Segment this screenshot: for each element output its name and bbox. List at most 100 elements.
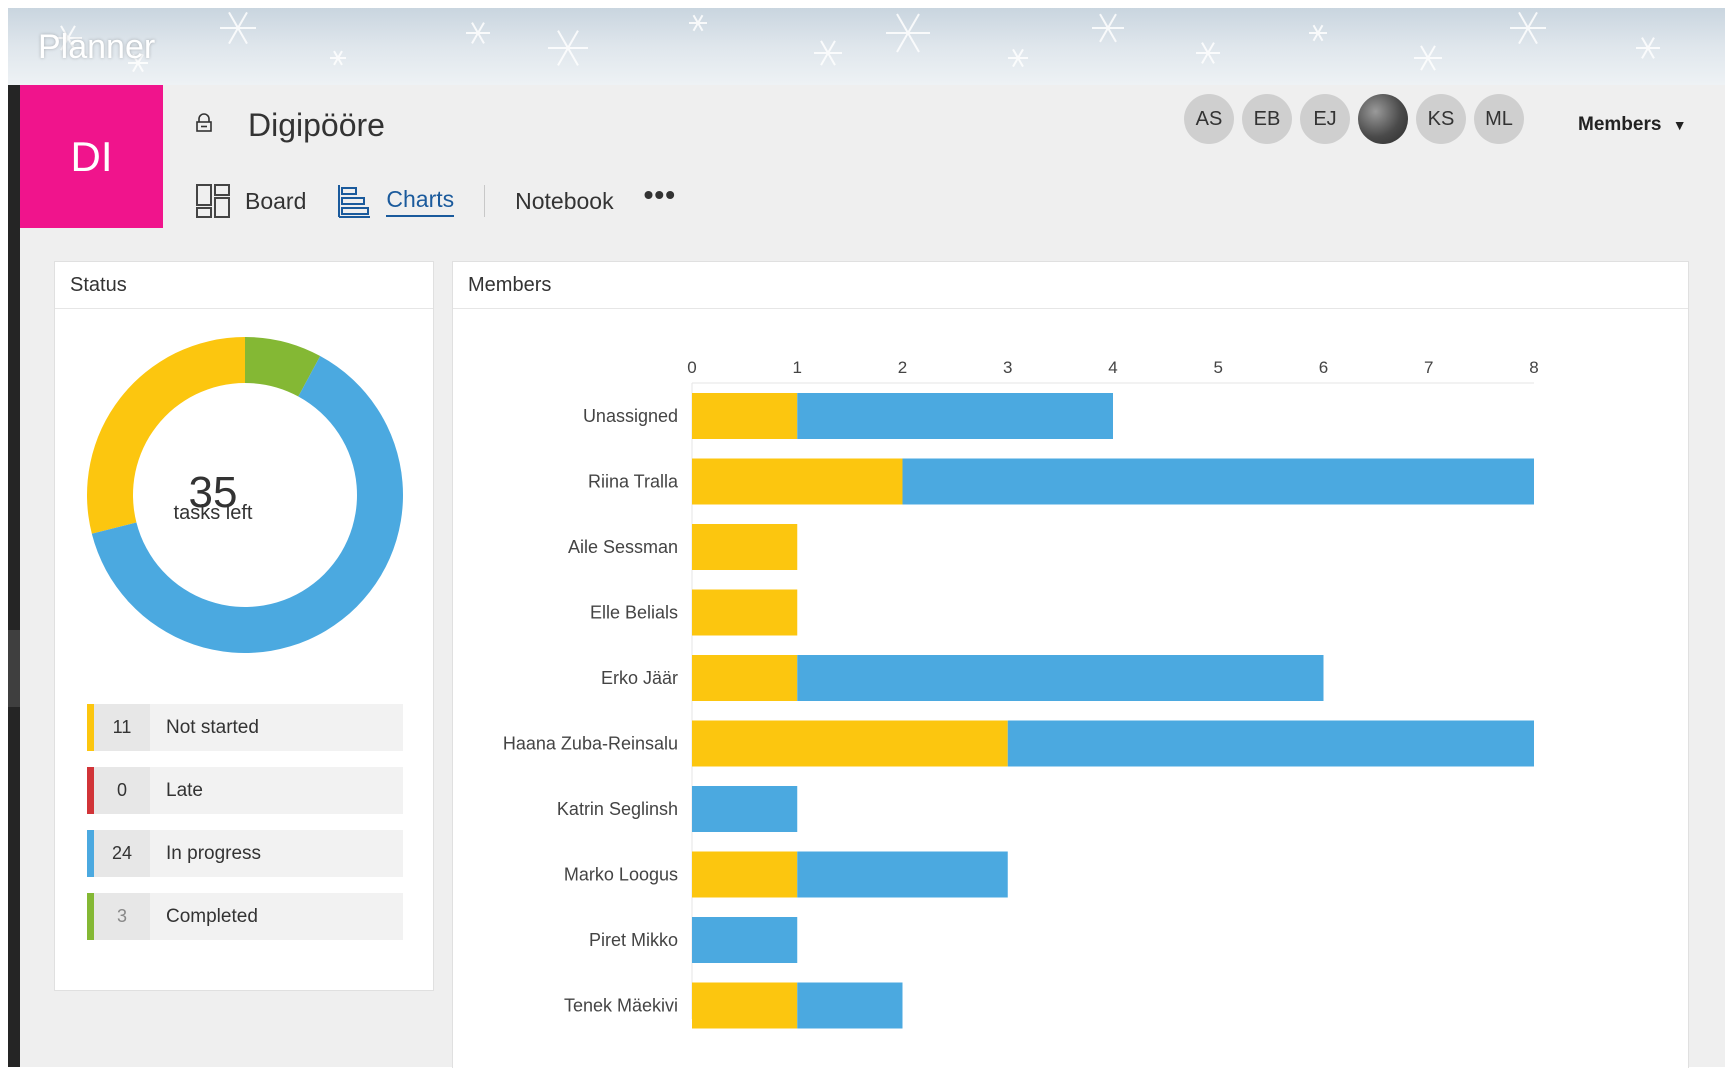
legend-count: 0 <box>94 767 150 814</box>
legend-color-bar <box>87 704 94 751</box>
bar-segment-not-started[interactable] <box>692 720 1008 767</box>
legend-color-bar <box>87 830 94 877</box>
bar-segment-not-started[interactable] <box>692 982 798 1029</box>
snowflake-icon <box>689 14 707 32</box>
avatar[interactable]: EB <box>1242 94 1292 144</box>
bar-segment-not-started[interactable] <box>692 393 798 439</box>
x-tick-label: 2 <box>898 358 907 377</box>
snowflake-icon <box>1196 42 1220 64</box>
snowflake-icon <box>1510 11 1546 45</box>
plan-nav: Board Charts Notebook ••• <box>195 177 676 225</box>
y-category-label: Elle Belials <box>590 603 678 623</box>
members-bar-chart: 0 1 2 3 4 5 6 7 8 Unassigned Riina Tralla Aile Sess… <box>503 358 1539 1029</box>
bar-segment-not-started[interactable] <box>692 458 903 505</box>
snowflake-icon <box>1092 13 1124 43</box>
y-category-label: Riina Tralla <box>588 472 679 492</box>
y-category-label: Piret Mikko <box>589 930 678 950</box>
tab-charts-label: Charts <box>386 186 455 217</box>
snowflake-icon <box>548 30 588 66</box>
bar-segment-not-started[interactable] <box>692 655 798 701</box>
snowflake-icon <box>330 50 346 66</box>
snowflake-icon <box>1309 24 1327 42</box>
legend-item-not-started[interactable]: 11 Not started <box>87 704 403 751</box>
plan-tile: DI <box>20 85 163 228</box>
avatar[interactable]: ML <box>1474 94 1524 144</box>
legend-label: Late <box>166 779 203 801</box>
y-category-label: Katrin Seglinsh <box>557 799 678 819</box>
bar-segment-in-progress[interactable] <box>797 393 1113 439</box>
avatar[interactable]: AS <box>1184 94 1234 144</box>
snowflake-icon <box>886 13 930 53</box>
legend-label: Completed <box>166 905 258 927</box>
y-category-label: Haana Zuba-Reinsalu <box>503 734 678 754</box>
plan-name: Digipööre <box>248 107 385 143</box>
lock-icon <box>195 113 213 139</box>
bar-segment-not-started[interactable] <box>692 851 798 898</box>
status-card: Status 35 tasks left 11 Not started 0 La… <box>54 261 434 991</box>
bar-segment-in-progress[interactable] <box>692 786 798 832</box>
x-tick-label: 3 <box>1003 358 1012 377</box>
snowflake-decoration <box>54 11 1660 73</box>
tab-board-label: Board <box>245 187 307 214</box>
members-avatars: AS EB EJ KS ML <box>1184 94 1532 144</box>
avatar-photo[interactable] <box>1358 94 1408 144</box>
y-category-label: Tenek Mäekivi <box>564 996 678 1016</box>
x-tick-label: 1 <box>793 358 802 377</box>
bar-segment-in-progress[interactable] <box>1007 720 1534 767</box>
bar-segment-in-progress[interactable] <box>902 458 1535 505</box>
caret-down-icon: ▼ <box>1672 117 1687 133</box>
legend-count: 11 <box>94 704 150 751</box>
legend-item-completed[interactable]: 3 Completed <box>87 893 403 940</box>
app-title[interactable]: Planner <box>38 28 155 67</box>
legend-item-late[interactable]: 0 Late <box>87 767 403 814</box>
snowflake-icon <box>220 11 256 45</box>
legend-label: Not started <box>166 716 259 738</box>
members-card-title: Members <box>453 262 1688 309</box>
board-icon <box>195 183 231 219</box>
members-dropdown[interactable]: Members ▼ <box>1578 114 1687 136</box>
members-dropdown-label: Members <box>1578 114 1662 135</box>
legend-label: In progress <box>166 842 262 864</box>
snowflake-icon <box>466 22 490 44</box>
snowflake-icon <box>1008 48 1028 68</box>
tab-board[interactable]: Board <box>195 183 306 219</box>
members-card: Members 0 1 2 3 4 5 6 7 8 Unassigned Riina Tralla A… <box>452 261 1689 1068</box>
x-tick-label: 8 <box>1529 358 1538 377</box>
bar-segment-in-progress[interactable] <box>692 917 798 963</box>
snowflake-icon <box>1414 45 1442 71</box>
y-category-label: Erko Jäär <box>601 668 678 688</box>
charts-icon <box>336 183 372 219</box>
status-card-title: Status <box>55 262 433 309</box>
x-tick-label: 0 <box>687 358 696 377</box>
snowflake-icon <box>1636 37 1660 59</box>
x-tick-label: 5 <box>1214 358 1223 377</box>
tasks-left-label: tasks left <box>173 502 253 524</box>
bar-segment-in-progress[interactable] <box>797 982 903 1029</box>
avatar[interactable]: KS <box>1416 94 1466 144</box>
bar-segment-not-started[interactable] <box>692 589 798 636</box>
more-options-button[interactable]: ••• <box>644 179 676 211</box>
tab-notebook-label: Notebook <box>515 187 614 214</box>
y-category-label: Aile Sessman <box>568 537 678 557</box>
bar-segment-in-progress[interactable] <box>797 851 1008 898</box>
tab-notebook[interactable]: Notebook <box>515 188 613 215</box>
legend-color-bar <box>87 767 94 814</box>
legend-count: 24 <box>94 830 150 877</box>
x-tick-label: 7 <box>1424 358 1433 377</box>
x-tick-label: 4 <box>1108 358 1117 377</box>
y-category-label: Unassigned <box>583 406 678 426</box>
header-banner: Planner <box>8 8 1725 85</box>
bar-segment-not-started[interactable] <box>692 524 798 570</box>
tab-charts[interactable]: Charts <box>336 183 455 219</box>
legend-item-in-progress[interactable]: 24 In progress <box>87 830 403 877</box>
nav-divider <box>484 185 486 217</box>
snowflake-icon <box>814 40 842 66</box>
y-category-label: Marko Loogus <box>564 865 678 885</box>
avatar[interactable]: EJ <box>1300 94 1350 144</box>
left-rail <box>8 85 20 1067</box>
bar-segment-in-progress[interactable] <box>797 655 1324 701</box>
legend-count: 3 <box>94 893 150 940</box>
legend-color-bar <box>87 893 94 940</box>
status-legend: 11 Not started 0 Late 24 In progress 3 C… <box>87 704 403 956</box>
x-tick-label: 6 <box>1319 358 1328 377</box>
